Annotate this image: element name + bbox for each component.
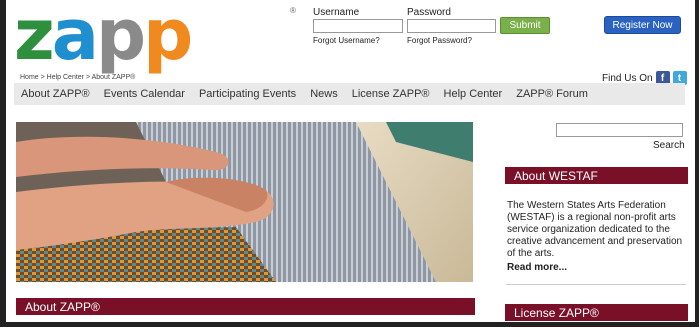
register-now-button[interactable]: Register Now [604, 16, 681, 34]
logo-letter: z [14, 0, 55, 76]
logo-letter: p [96, 0, 146, 76]
main-nav: About ZAPP® Events Calendar Participatin… [14, 83, 685, 105]
password-label: Password [407, 7, 451, 18]
logo-trademark: ® [290, 6, 296, 15]
password-input[interactable] [407, 19, 496, 33]
about-westaf-heading: About WESTAF [505, 167, 688, 184]
nav-item-about-zapp[interactable]: About ZAPP® [14, 88, 97, 100]
search-button[interactable]: Search [653, 140, 685, 151]
westaf-description: The Western States Arts Federation (WEST… [507, 200, 683, 259]
logo-letter: a [51, 0, 99, 76]
forgot-username-link[interactable]: Forgot Username? [313, 36, 380, 45]
read-more-link[interactable]: Read more... [507, 262, 567, 273]
username-label: Username [313, 7, 360, 18]
license-zapp-heading: License ZAPP® [505, 304, 688, 321]
hero-image-weaving [16, 122, 473, 282]
breadcrumb[interactable]: Home > Help Center > About ZAPP® [20, 74, 135, 81]
nav-item-zapp-forum[interactable]: ZAPP® Forum [509, 88, 595, 100]
nav-item-license-zapp[interactable]: License ZAPP® [345, 88, 437, 100]
nav-item-events-calendar[interactable]: Events Calendar [97, 88, 192, 100]
find-us-label: Find Us On [602, 72, 653, 84]
username-input[interactable] [313, 19, 403, 33]
zapp-logo[interactable]: z a p p [14, 0, 193, 76]
submit-button[interactable]: Submit [500, 17, 550, 34]
about-zapp-heading: About ZAPP® [16, 298, 475, 315]
sidebar-divider [506, 284, 686, 285]
nav-item-participating-events[interactable]: Participating Events [192, 88, 303, 100]
nav-item-news[interactable]: News [303, 88, 345, 100]
search-input[interactable] [556, 123, 683, 137]
nav-item-help-center[interactable]: Help Center [437, 88, 510, 100]
logo-letter: p [143, 0, 193, 76]
forgot-password-link[interactable]: Forgot Password? [407, 36, 472, 45]
